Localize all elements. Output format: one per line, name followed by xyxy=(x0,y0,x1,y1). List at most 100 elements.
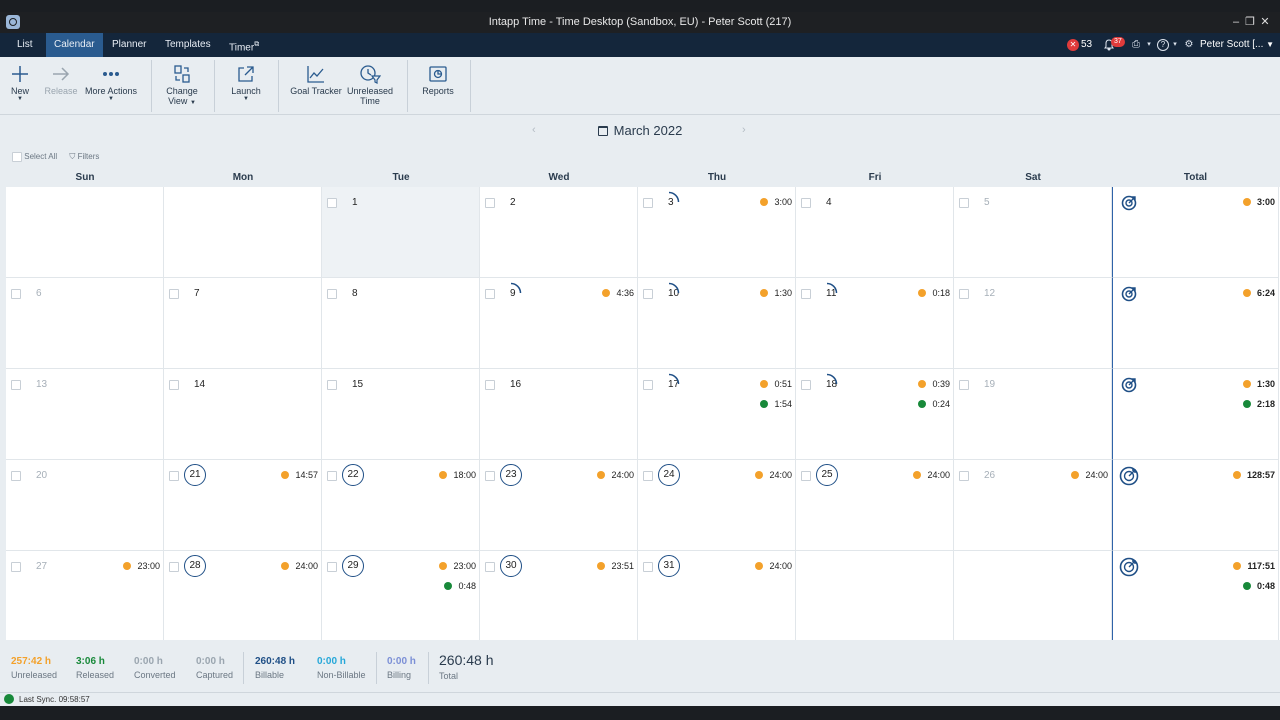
day-cell[interactable]: 23 24:00 xyxy=(480,460,638,551)
day-checkbox[interactable] xyxy=(643,380,653,390)
tab-list[interactable]: List xyxy=(9,33,41,57)
day-cell[interactable]: 26 24:00 xyxy=(954,460,1112,551)
day-cell[interactable]: 13 xyxy=(6,369,164,460)
day-cell[interactable]: 9 4:36 xyxy=(480,278,638,369)
day-checkbox[interactable] xyxy=(11,380,21,390)
unreleased-entry[interactable]: 18:00 xyxy=(439,470,476,480)
error-icon[interactable]: ✕ xyxy=(1067,39,1079,51)
day-checkbox[interactable] xyxy=(801,471,811,481)
day-checkbox[interactable] xyxy=(801,380,811,390)
reports-button[interactable]: Reports xyxy=(420,57,456,115)
week-total-cell[interactable]: 117:51 0:48 xyxy=(1112,551,1279,642)
day-cell[interactable]: 15 xyxy=(322,369,480,460)
day-cell[interactable] xyxy=(954,551,1112,642)
week-total-cell[interactable]: 3:00 xyxy=(1112,187,1279,278)
day-checkbox[interactable] xyxy=(643,562,653,572)
gear-icon[interactable]: ⚙ xyxy=(1183,39,1195,51)
day-checkbox[interactable] xyxy=(169,471,179,481)
day-cell[interactable]: 30 23:51 xyxy=(480,551,638,642)
day-cell[interactable]: 31 24:00 xyxy=(638,551,796,642)
release-button[interactable]: Release xyxy=(44,57,78,115)
launch-button[interactable]: Launch ▼ xyxy=(229,57,263,115)
day-checkbox[interactable] xyxy=(643,289,653,299)
chevron-down-icon[interactable]: ▾ xyxy=(1169,39,1181,51)
goal-target-icon[interactable] xyxy=(1119,193,1139,213)
unreleased-entry[interactable]: 0:39 xyxy=(918,379,950,389)
unreleased-entry[interactable]: 23:00 xyxy=(439,561,476,571)
restore-icon[interactable]: ❐ xyxy=(1243,15,1257,29)
unreleased-entry[interactable]: 128:57 xyxy=(1232,470,1275,480)
unreleased-entry[interactable]: 24:00 xyxy=(597,470,634,480)
day-checkbox[interactable] xyxy=(485,471,495,481)
close-icon[interactable]: ✕ xyxy=(1258,15,1272,29)
select-all-checkbox[interactable] xyxy=(12,152,22,162)
released-entry[interactable]: 0:48 xyxy=(444,581,476,591)
day-checkbox[interactable] xyxy=(11,289,21,299)
help-icon[interactable]: ? xyxy=(1157,39,1169,51)
day-cell[interactable]: 12 xyxy=(954,278,1112,369)
unreleased-entry[interactable]: 4:36 xyxy=(602,288,634,298)
released-entry[interactable]: 0:24 xyxy=(918,399,950,409)
day-cell[interactable]: 17 0:51 1:54 xyxy=(638,369,796,460)
day-checkbox[interactable] xyxy=(485,562,495,572)
unreleased-entry[interactable]: 117:51 xyxy=(1233,561,1275,571)
day-checkbox[interactable] xyxy=(959,198,969,208)
error-count[interactable]: 53 xyxy=(1081,39,1092,50)
goal-target-icon[interactable] xyxy=(1119,375,1139,395)
goal-target-icon[interactable] xyxy=(1119,284,1139,304)
next-month-icon[interactable]: › xyxy=(742,124,746,136)
day-cell[interactable]: 10 1:30 xyxy=(638,278,796,369)
unreleased-entry[interactable]: 24:00 xyxy=(755,470,792,480)
day-cell[interactable] xyxy=(796,551,954,642)
unreleased-entry[interactable]: 0:18 xyxy=(918,288,950,298)
day-cell[interactable]: 25 24:00 xyxy=(796,460,954,551)
day-checkbox[interactable] xyxy=(11,471,21,481)
unreleased-entry[interactable]: 24:00 xyxy=(281,561,318,571)
unreleased-entry[interactable]: 23:51 xyxy=(597,561,634,571)
day-cell[interactable]: 11 0:18 xyxy=(796,278,954,369)
released-entry[interactable]: 1:54 xyxy=(760,399,792,409)
day-cell[interactable]: 29 23:00 0:48 xyxy=(322,551,480,642)
day-cell[interactable]: 22 18:00 xyxy=(322,460,480,551)
unreleased-entry[interactable]: 1:30 xyxy=(1242,379,1275,389)
unreleased-entry[interactable]: 24:00 xyxy=(1071,470,1108,480)
goal-target-icon[interactable] xyxy=(1119,466,1139,486)
summary-captured[interactable]: 0:00 h Captured xyxy=(196,656,233,680)
day-cell[interactable] xyxy=(6,187,164,278)
week-total-cell[interactable]: 1:30 2:18 xyxy=(1112,369,1279,460)
new-button[interactable]: New ▼ xyxy=(8,57,32,115)
day-cell[interactable]: 20 xyxy=(6,460,164,551)
day-checkbox[interactable] xyxy=(959,289,969,299)
day-checkbox[interactable] xyxy=(327,562,337,572)
day-checkbox[interactable] xyxy=(959,380,969,390)
tab-timer[interactable]: Timer⧉ xyxy=(221,33,267,57)
user-menu[interactable]: Peter Scott [... ▼ xyxy=(1200,39,1274,50)
day-checkbox[interactable] xyxy=(327,198,337,208)
summary-billing[interactable]: 0:00 h Billing xyxy=(387,656,416,680)
goal-tracker-button[interactable]: Goal Tracker xyxy=(290,57,342,115)
unreleased-entry[interactable]: 1:30 xyxy=(760,288,792,298)
change-view-button[interactable]: Change View ▼ xyxy=(163,57,201,115)
more-actions-button[interactable]: More Actions ▼ xyxy=(84,57,138,115)
released-entry[interactable]: 0:48 xyxy=(1242,581,1275,591)
filters-label[interactable]: Filters xyxy=(78,152,100,161)
week-total-cell[interactable]: 128:57 xyxy=(1112,460,1279,551)
day-cell[interactable]: 7 xyxy=(164,278,322,369)
tab-templates[interactable]: Templates xyxy=(157,33,219,57)
day-cell[interactable]: 1 xyxy=(322,187,480,278)
unreleased-entry[interactable]: 6:24 xyxy=(1242,288,1275,298)
month-selector[interactable]: March 2022 xyxy=(0,123,1280,138)
tab-planner[interactable]: Planner xyxy=(104,33,154,57)
goal-target-icon[interactable] xyxy=(1119,557,1139,577)
day-cell[interactable]: 28 24:00 xyxy=(164,551,322,642)
day-cell[interactable] xyxy=(164,187,322,278)
unreleased-entry[interactable]: 3:00 xyxy=(1242,197,1275,207)
day-cell[interactable]: 6 xyxy=(6,278,164,369)
day-checkbox[interactable] xyxy=(959,471,969,481)
unreleased-time-button[interactable]: Unreleased Time xyxy=(346,57,394,115)
unreleased-entry[interactable]: 0:51 xyxy=(760,379,792,389)
unreleased-entry[interactable]: 24:00 xyxy=(913,470,950,480)
week-total-cell[interactable]: 6:24 xyxy=(1112,278,1279,369)
day-checkbox[interactable] xyxy=(169,380,179,390)
released-entry[interactable]: 2:18 xyxy=(1242,399,1275,409)
